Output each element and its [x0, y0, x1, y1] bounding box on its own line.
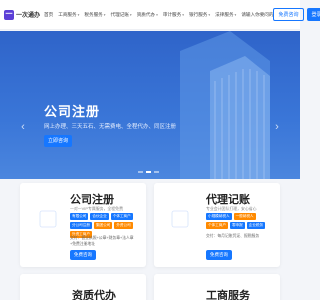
card-title: 资质代办: [72, 290, 116, 300]
tag[interactable]: 合伙企业: [90, 213, 109, 220]
logo[interactable]: 一 一次通办: [4, 9, 41, 20]
chevron-down-icon: ▾: [234, 12, 237, 17]
carousel-dot[interactable]: [154, 171, 159, 173]
card-note: +免费注册地址: [70, 242, 95, 246]
logo-mark: 一: [4, 9, 14, 20]
tag[interactable]: 个体工商户: [206, 222, 228, 229]
consult-button[interactable]: 免费咨询: [273, 8, 304, 21]
tag[interactable]: 一般纳税人: [233, 213, 256, 220]
hero-title: 公司注册: [44, 104, 101, 119]
service-card-company-registration: 公司注册 一对一VIP专属服务，全程免费 有限公司 合伙企业 个体工商户 分公司…: [20, 183, 146, 267]
nav-label: 审计服务: [162, 11, 182, 17]
nav-label: 税务服务: [84, 11, 103, 17]
carousel-prev-button[interactable]: ‹: [18, 120, 28, 134]
hero-banner: ‹ › 公司注册 网上办理、三天五石、无需费电、全程代办、同区注册 立即咨询: [0, 31, 300, 179]
nav-label: 法律服务: [215, 11, 234, 17]
tag[interactable]: 集团公司: [93, 222, 113, 229]
building-illustration: [180, 31, 270, 179]
chevron-down-icon: ▾: [77, 12, 80, 17]
hero-subtitle: 网上办理、三天五石、无需费电、全程代办、同区注册: [44, 124, 177, 130]
nav-item-business[interactable]: 工商服务 ▾: [58, 12, 79, 18]
main-nav: 首页 工商服务 ▾ 税务服务 ▾ 代理记账 ▾ 资质代办 ▾ 审计服务 ▾ 银行服务 ▾ 法…: [44, 12, 273, 18]
nav-item-tax[interactable]: 税务服务 ▾: [84, 12, 105, 18]
carousel-dot[interactable]: [138, 171, 143, 173]
card-consult-button[interactable]: 免费咨询: [70, 250, 96, 260]
chevron-down-icon: ▾: [103, 12, 106, 17]
service-card-business: 工商服务: [154, 274, 280, 300]
chevron-down-icon: ▾: [156, 12, 158, 17]
card-title: 代理记账: [206, 194, 250, 206]
login-button[interactable]: 登录: [306, 8, 320, 21]
tag[interactable]: 分公司注册: [70, 222, 92, 229]
card-description: 一对一VIP专属服务，全程免费: [70, 206, 123, 211]
carousel-next-button[interactable]: ›: [272, 120, 282, 134]
top-navbar: 一 一次通办 首页 工商服务 ▾ 税务服务 ▾ 代理记账 ▾ 资质代办 ▾ 审计服务 ▾ …: [0, 0, 320, 30]
nav-item-bank[interactable]: 银行服务 ▾: [189, 12, 210, 18]
carousel-dots: [138, 171, 159, 173]
logo-text: 一次通办: [16, 13, 41, 19]
nav-label: 请输入你要问的: [241, 11, 274, 17]
tag[interactable]: 小规模纳税人: [206, 213, 232, 220]
nav-search-hint[interactable]: 请输入你要问的: [241, 12, 273, 18]
carousel-dot-active[interactable]: [146, 171, 151, 173]
tag[interactable]: 个体工商户: [110, 213, 133, 220]
tag[interactable]: 企业税务: [246, 222, 266, 229]
nav-item-audit[interactable]: 审计服务 ▾: [163, 12, 184, 18]
card-note: 交付：每月记账凭证、报税服务: [206, 234, 260, 238]
tag[interactable]: 零申报: [229, 222, 245, 229]
card-description: 专业会计团队打理，安心省心: [206, 206, 257, 211]
card-tags: 小规模纳税人 一般纳税人 个体工商户 零申报 企业税务: [206, 213, 272, 229]
card-title: 工商服务: [206, 290, 250, 300]
card-title: 公司注册: [70, 194, 114, 206]
tag[interactable]: 外资公司: [114, 222, 133, 229]
company-registration-icon: [39, 210, 57, 228]
service-card-license: 资质代办: [20, 274, 146, 300]
nav-item-license[interactable]: 资质代办 ▾: [137, 12, 158, 18]
nav-label: 银行服务: [189, 11, 208, 17]
service-card-bookkeeping: 代理记账 专业会计团队打理，安心省心 小规模纳税人 一般纳税人 个体工商户 零申…: [154, 183, 280, 267]
nav-label: 首页: [44, 11, 54, 17]
chevron-down-icon: ▾: [182, 12, 184, 17]
tag[interactable]: 有限公司: [70, 213, 89, 220]
bookkeeping-icon: [171, 210, 189, 228]
chevron-down-icon: ▾: [208, 12, 211, 17]
nav-item-legal[interactable]: 法律服务 ▾: [215, 12, 236, 18]
card-consult-button[interactable]: 免费咨询: [206, 250, 232, 260]
nav-item-home[interactable]: 首页: [44, 12, 53, 18]
chevron-down-icon: ▾: [129, 12, 132, 17]
nav-label: 工商服务: [58, 11, 77, 17]
nav-label: 代理记账: [110, 11, 129, 17]
nav-label: 资质代办: [136, 11, 156, 17]
nav-item-bookkeeping[interactable]: 代理记账 ▾: [111, 12, 132, 18]
hero-consult-button[interactable]: 立即咨询: [44, 135, 72, 147]
